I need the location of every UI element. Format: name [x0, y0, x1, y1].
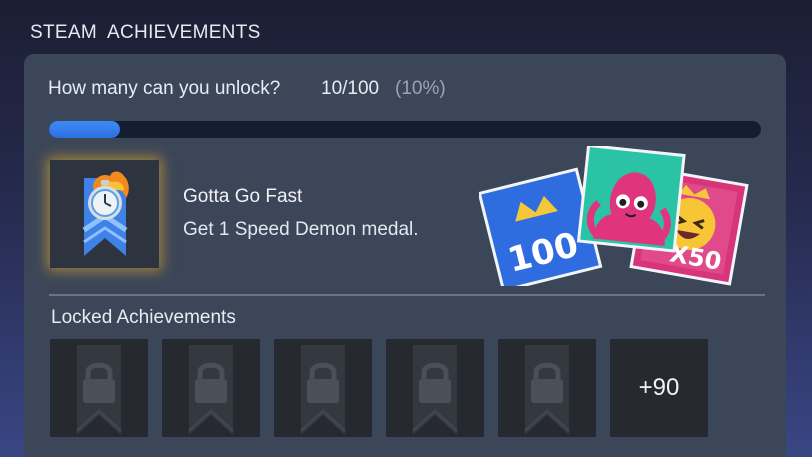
achievements-panel: How many can you unlock? 10/100 (10%) Go… — [24, 54, 786, 457]
progress-bar — [49, 121, 761, 138]
octopus-card — [576, 146, 686, 253]
progress-bar-fill — [49, 121, 121, 138]
stopwatch-ribbon-icon — [50, 160, 159, 268]
more-locked-button[interactable]: +90 — [610, 339, 708, 437]
progress-percent: (10%) — [395, 78, 446, 99]
locked-achievement-tile[interactable] — [498, 339, 596, 437]
section-divider — [49, 294, 765, 296]
lock-icon — [50, 339, 148, 437]
locked-achievement-tile[interactable] — [50, 339, 148, 437]
lock-icon — [274, 339, 372, 437]
progress-question: How many can you unlock? — [48, 78, 281, 99]
locked-achievement-tile[interactable] — [274, 339, 372, 437]
progress-count: 10/100 — [321, 78, 380, 99]
locked-achievements-list: +90 — [50, 339, 708, 437]
featured-achievement-name: Gotta Go Fast — [183, 186, 303, 207]
promo-badge-art: 100 X50 — [479, 146, 749, 286]
lock-icon — [162, 339, 260, 437]
lock-icon — [498, 339, 596, 437]
locked-achievement-tile[interactable] — [162, 339, 260, 437]
lock-icon — [386, 339, 484, 437]
featured-achievement-description: Get 1 Speed Demon medal. — [183, 219, 419, 240]
featured-achievement-icon[interactable] — [50, 160, 159, 268]
locked-achievement-tile[interactable] — [386, 339, 484, 437]
page-title: STEAM ACHIEVEMENTS — [30, 22, 261, 43]
locked-achievements-heading: Locked Achievements — [51, 307, 236, 328]
